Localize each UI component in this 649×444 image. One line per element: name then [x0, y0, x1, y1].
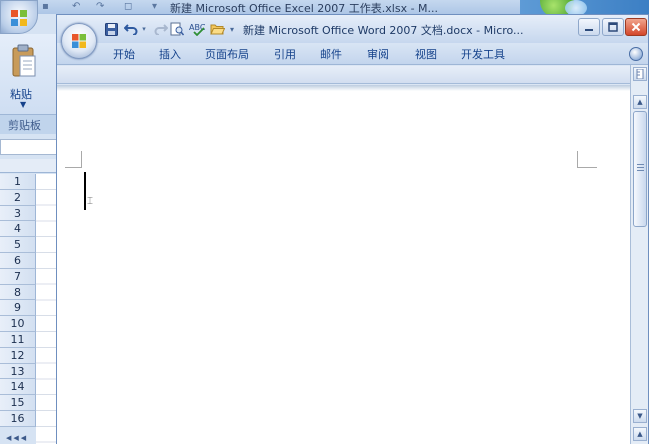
- row-header[interactable]: 7: [0, 268, 36, 285]
- excel-name-box[interactable]: [0, 139, 58, 155]
- tab-mailings[interactable]: 邮件: [320, 46, 342, 62]
- paste-dropdown-icon[interactable]: ▼: [20, 100, 26, 109]
- row-header[interactable]: 9: [0, 300, 36, 317]
- scroll-down-icon[interactable]: ▼: [633, 409, 647, 423]
- row-header[interactable]: 16: [0, 410, 36, 427]
- word-title-bar[interactable]: ▾ ABC ▾ 新建 Microsoft Office Word 2007 文档…: [57, 15, 648, 43]
- office-logo-icon: [72, 34, 86, 48]
- excel-undo-icon[interactable]: ↶: [72, 1, 80, 13]
- mouse-pointer-icon: ⌶: [87, 196, 93, 207]
- crop-mark-top-left: [65, 167, 82, 168]
- view-ruler-icon[interactable]: [633, 67, 647, 81]
- word-office-button[interactable]: [61, 23, 97, 59]
- word-window: ▾ ABC ▾ 新建 Microsoft Office Word 2007 文档…: [56, 14, 649, 444]
- crop-mark-top-right: [577, 167, 597, 168]
- tab-developer[interactable]: 开发工具: [461, 46, 505, 62]
- ribbon-collapsed-strip: [57, 66, 648, 84]
- maximize-button[interactable]: [602, 18, 624, 36]
- paste-icon[interactable]: [10, 44, 38, 80]
- undo-dropdown-icon[interactable]: ▾: [139, 21, 149, 37]
- scrollbar-grip: [637, 164, 644, 172]
- minimize-button[interactable]: [578, 18, 600, 36]
- row-header[interactable]: 11: [0, 331, 36, 348]
- row-header[interactable]: 8: [0, 284, 36, 301]
- help-icon[interactable]: [629, 47, 643, 61]
- row-header[interactable]: 14: [0, 379, 36, 396]
- tab-home[interactable]: 开始: [113, 46, 135, 62]
- ribbon-tab-bar: 开始 插入 页面布局 引用 邮件 审阅 视图 开发工具: [57, 43, 648, 65]
- row-header[interactable]: 13: [0, 363, 36, 380]
- undo-icon[interactable]: [123, 21, 139, 37]
- excel-qat-dropdown-icon[interactable]: ▾: [152, 1, 157, 13]
- tab-insert[interactable]: 插入: [159, 46, 181, 62]
- excel-cell-grid[interactable]: [36, 174, 58, 444]
- word-window-title: 新建 Microsoft Office Word 2007 文档.docx - …: [243, 24, 524, 37]
- excel-save-icon[interactable]: ▪: [42, 1, 49, 13]
- row-header[interactable]: 1: [0, 174, 36, 190]
- tab-view[interactable]: 视图: [415, 46, 437, 62]
- row-header[interactable]: 3: [0, 205, 36, 222]
- crop-mark-top-right: [577, 151, 578, 167]
- redo-icon[interactable]: [153, 21, 169, 37]
- open-folder-icon[interactable]: [209, 21, 225, 37]
- maximize-icon: [608, 22, 618, 32]
- scroll-up-icon[interactable]: ▲: [633, 95, 647, 109]
- tab-references[interactable]: 引用: [274, 46, 296, 62]
- spelling-check-icon[interactable]: ABC: [189, 21, 205, 37]
- close-icon: [631, 22, 641, 32]
- excel-redo-icon[interactable]: ↷: [96, 1, 104, 13]
- excel-print-preview-icon[interactable]: ◻: [124, 1, 132, 13]
- row-header[interactable]: 5: [0, 237, 36, 253]
- row-header[interactable]: 6: [0, 252, 36, 269]
- close-button[interactable]: [625, 18, 647, 36]
- crop-mark-top-left: [81, 151, 82, 167]
- excel-window-title: 新建 Microsoft Office Excel 2007 工作表.xlsx …: [170, 2, 439, 14]
- row-header[interactable]: 15: [0, 395, 36, 411]
- minimize-icon: [585, 29, 593, 31]
- excel-select-all-corner[interactable]: [0, 159, 58, 173]
- sheet-nav-arrows-icon[interactable]: ◀◀◀: [6, 434, 28, 442]
- tab-page-layout[interactable]: 页面布局: [205, 46, 249, 62]
- previous-page-icon[interactable]: ▲: [633, 427, 647, 441]
- text-cursor: [84, 172, 86, 210]
- row-header[interactable]: 4: [0, 221, 36, 238]
- excel-office-button[interactable]: [0, 0, 38, 34]
- print-preview-icon[interactable]: [169, 21, 185, 37]
- row-header[interactable]: 2: [0, 189, 36, 206]
- scrollbar-thumb[interactable]: [633, 111, 647, 227]
- office-logo-icon: [11, 10, 27, 26]
- row-header[interactable]: 10: [0, 316, 36, 332]
- save-icon[interactable]: [103, 21, 119, 37]
- vertical-scrollbar[interactable]: ▲ ▼ ▲: [630, 65, 648, 444]
- document-page[interactable]: [57, 85, 630, 444]
- page-edge-shadow: [57, 85, 630, 91]
- clipboard-group-label: 剪贴板: [8, 119, 41, 132]
- qat-dropdown-icon[interactable]: ▾: [227, 21, 237, 37]
- excel-row-headers: 1 2 3 4 5 6 7 8 9 10 11 12 13 14 15 16: [0, 174, 36, 427]
- row-header[interactable]: 12: [0, 347, 36, 364]
- tab-review[interactable]: 审阅: [367, 46, 389, 62]
